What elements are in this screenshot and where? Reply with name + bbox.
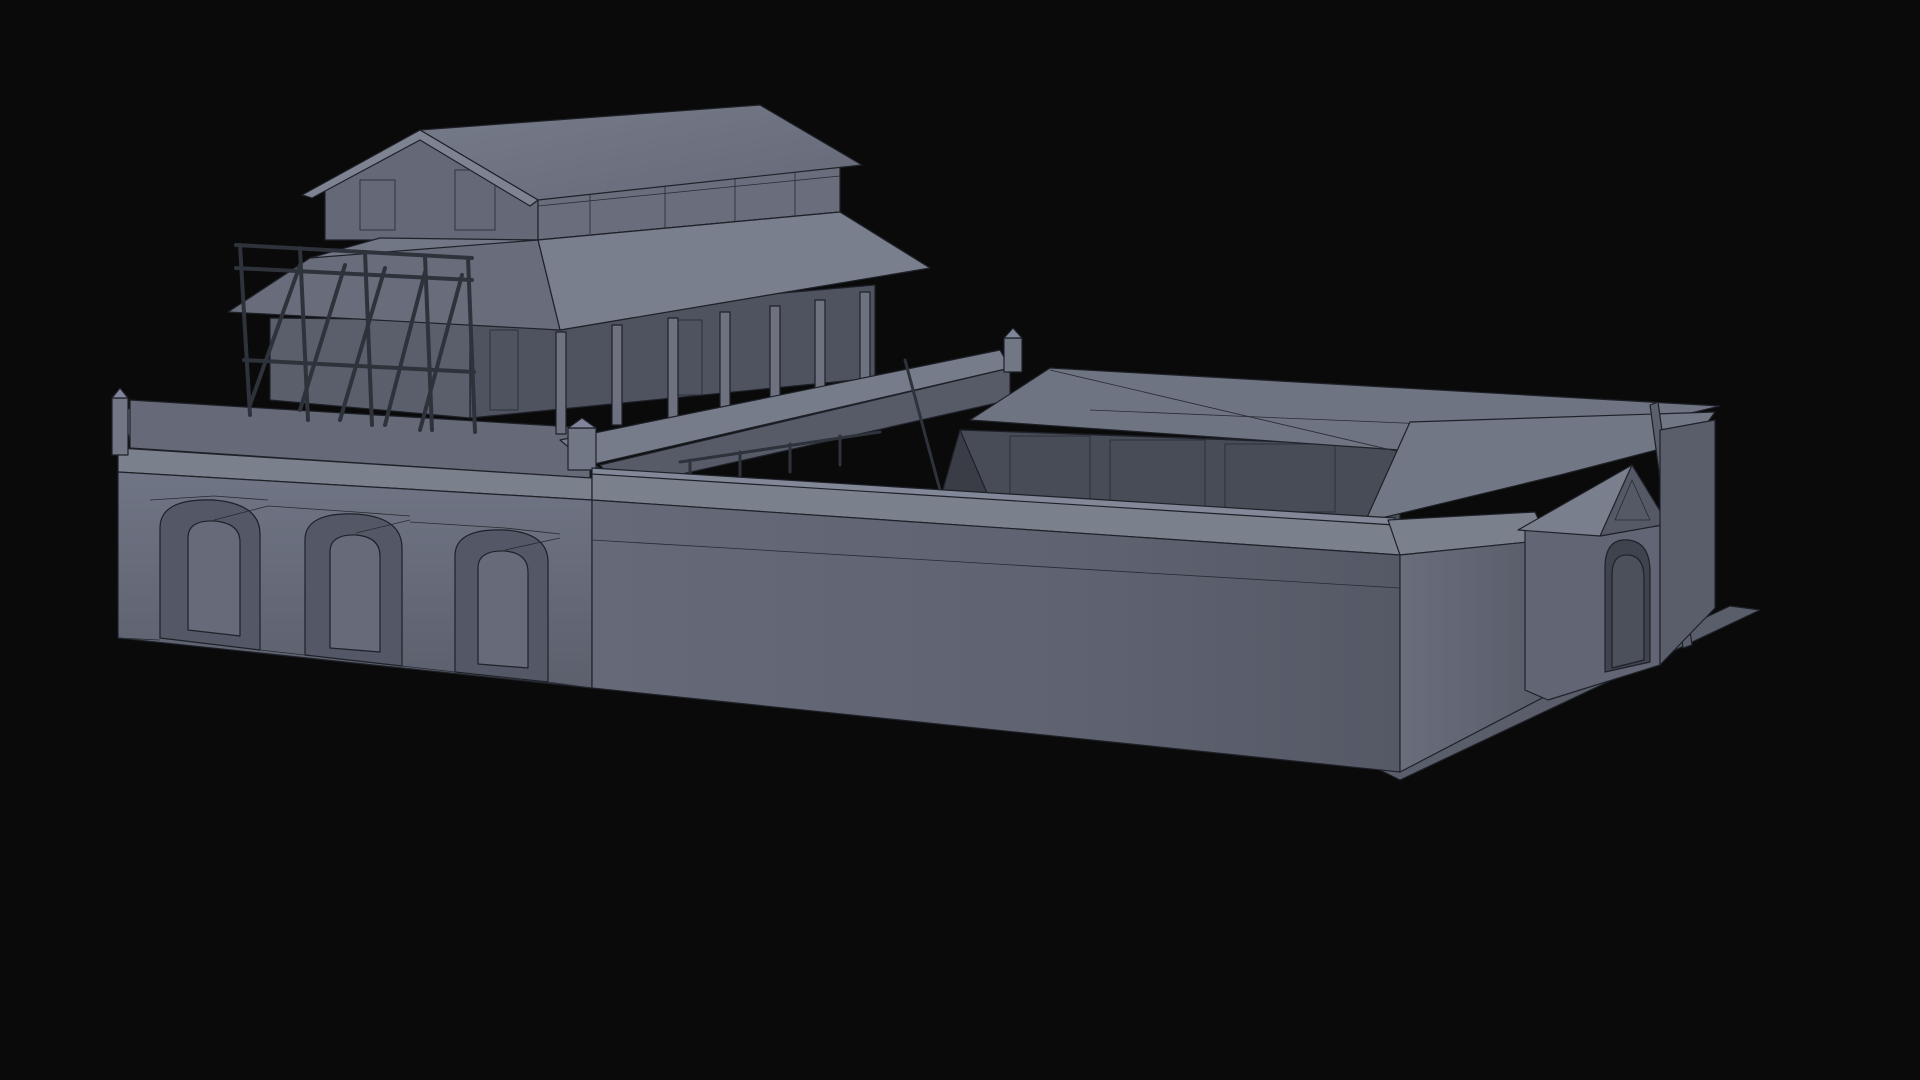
- arch-1-door: [187, 520, 241, 637]
- arch-3-door: [477, 550, 529, 669]
- render-viewport: [0, 0, 1920, 1080]
- main-hall: [227, 104, 931, 435]
- rampart-pier-cap: [1003, 327, 1023, 339]
- center-pier-cap: [567, 417, 597, 429]
- left-corner-pier-cap: [111, 387, 129, 399]
- left-corner-pier: [111, 397, 129, 456]
- building-render: [111, 104, 1761, 781]
- gatehouse-inner-arch: [1611, 554, 1645, 669]
- arch-2-door: [329, 534, 381, 653]
- rampart-pier: [1003, 337, 1023, 373]
- center-pier: [567, 427, 597, 471]
